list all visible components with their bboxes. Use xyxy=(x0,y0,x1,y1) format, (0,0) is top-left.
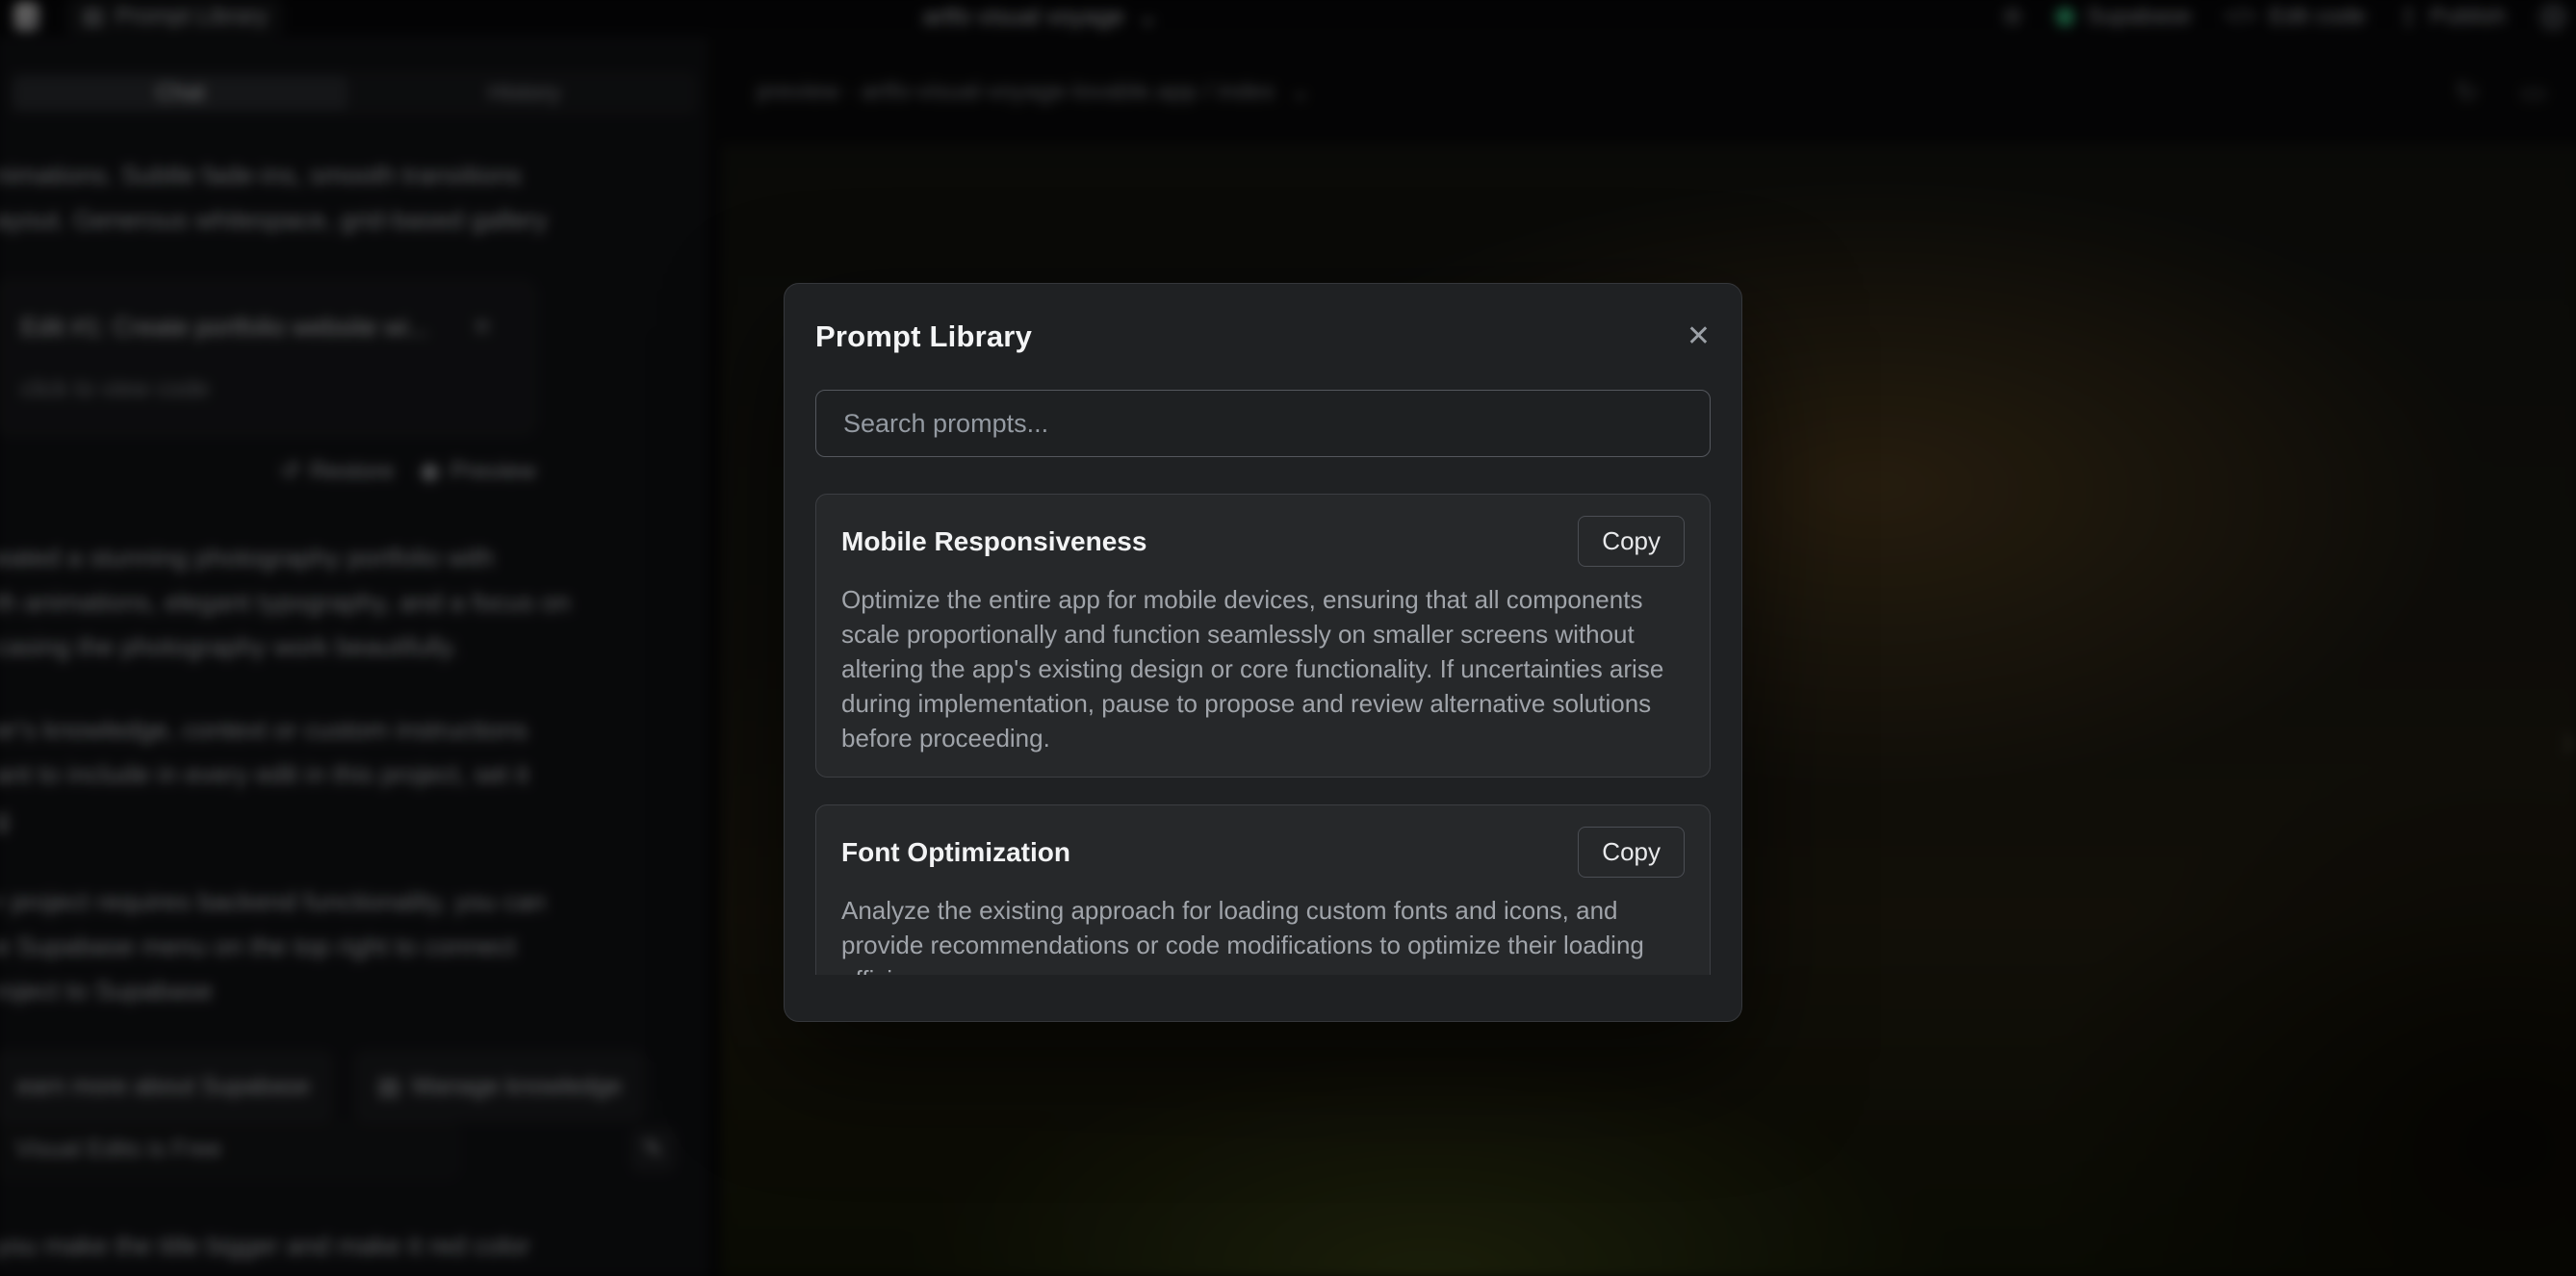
prompt-title: Mobile Responsiveness xyxy=(841,526,1146,557)
copy-button[interactable]: Copy xyxy=(1578,827,1685,878)
prompt-title: Font Optimization xyxy=(841,837,1070,868)
app-window: ▤ Prompt Library artfo visual voyage ⌄ ⚙… xyxy=(0,0,2576,1276)
prompt-card-font-optimization[interactable]: Font Optimization Copy Analyze the exist… xyxy=(815,804,1711,975)
search-input[interactable] xyxy=(815,390,1711,457)
copy-button[interactable]: Copy xyxy=(1578,516,1685,567)
prompt-card-mobile-responsiveness[interactable]: Mobile Responsiveness Copy Optimize the … xyxy=(815,494,1711,778)
prompt-list: Mobile Responsiveness Copy Optimize the … xyxy=(815,494,1711,975)
modal-title: Prompt Library xyxy=(815,319,1032,354)
prompt-body: Optimize the entire app for mobile devic… xyxy=(841,582,1685,755)
prompt-library-modal: Prompt Library ✕ Mobile Responsiveness C… xyxy=(784,283,1742,1022)
prompt-body: Analyze the existing approach for loadin… xyxy=(841,893,1685,975)
close-icon[interactable]: ✕ xyxy=(1687,322,1711,351)
